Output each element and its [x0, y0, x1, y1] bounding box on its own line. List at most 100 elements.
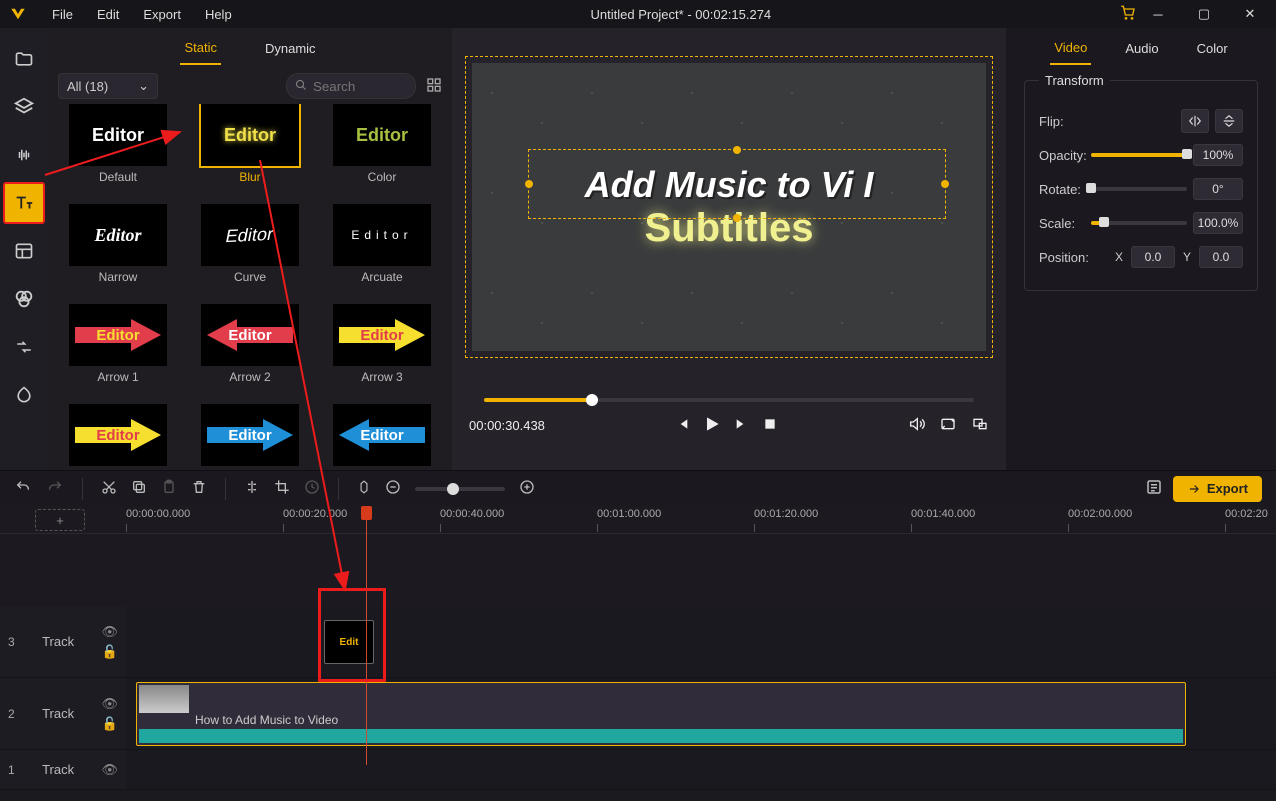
- asset-curve[interactable]: EditorCurve: [190, 204, 310, 304]
- transform-section-label: Transform: [1039, 73, 1110, 88]
- render-settings-icon[interactable]: [1145, 478, 1163, 499]
- copy-icon[interactable]: [131, 479, 147, 498]
- fullscreen-icon[interactable]: [971, 416, 989, 435]
- lock-icon[interactable]: 🔓: [101, 716, 118, 732]
- scale-slider[interactable]: [1091, 221, 1187, 225]
- menu-file[interactable]: File: [42, 4, 83, 25]
- layers-panel-icon[interactable]: [3, 86, 45, 128]
- search-input[interactable]: [286, 73, 416, 99]
- asset-arrow-2[interactable]: EditorArrow 2: [190, 304, 310, 404]
- asset-arrow-6[interactable]: Editor: [322, 404, 442, 470]
- filter-dropdown[interactable]: All (18) ⌄: [58, 73, 158, 99]
- tab-video[interactable]: Video: [1050, 32, 1091, 65]
- visibility-icon[interactable]: 👁: [101, 762, 118, 778]
- menu-export[interactable]: Export: [133, 4, 191, 25]
- chevron-down-icon: ⌄: [138, 78, 149, 94]
- asset-default[interactable]: EditorDefault: [58, 104, 178, 204]
- stop-icon[interactable]: [762, 416, 778, 435]
- zoom-out-icon[interactable]: [385, 479, 401, 498]
- track-1[interactable]: 1 Track 👁: [0, 750, 1276, 790]
- cart-icon[interactable]: [1120, 5, 1136, 24]
- audio-panel-icon[interactable]: [3, 134, 45, 176]
- position-x[interactable]: 0.0: [1131, 246, 1175, 268]
- minimize-icon[interactable]: ─: [1136, 0, 1180, 28]
- asset-narrow[interactable]: EditorNarrow: [58, 204, 178, 304]
- playback-time: 00:00:30.438: [469, 418, 545, 433]
- templates-panel-icon[interactable]: [3, 230, 45, 272]
- zoom-in-icon[interactable]: [519, 479, 535, 498]
- add-track-button[interactable]: +: [35, 509, 85, 531]
- asset-arrow-3[interactable]: EditorArrow 3: [322, 304, 442, 404]
- elements-panel-icon[interactable]: [3, 374, 45, 416]
- filter-label: All (18): [67, 79, 108, 94]
- cut-icon[interactable]: [101, 479, 117, 498]
- menu-edit[interactable]: Edit: [87, 4, 129, 25]
- transitions-panel-icon[interactable]: [3, 326, 45, 368]
- scale-label: Scale:: [1039, 216, 1075, 231]
- search-icon: [295, 79, 307, 94]
- rotate-label: Rotate:: [1039, 182, 1081, 197]
- tab-dynamic[interactable]: Dynamic: [261, 33, 320, 64]
- export-button[interactable]: Export: [1173, 476, 1262, 502]
- track-3[interactable]: 3 Track 👁🔓 Edit: [0, 606, 1276, 678]
- preset-thumb: Editor: [201, 304, 299, 366]
- timeline-ruler[interactable]: 00:00:00.000 00:00:20.000 00:00:40.000 0…: [126, 506, 1276, 533]
- tab-color[interactable]: Color: [1193, 33, 1232, 64]
- search-field[interactable]: [313, 79, 393, 94]
- text-panel-icon[interactable]: [3, 182, 45, 224]
- maximize-icon[interactable]: ▢: [1182, 0, 1226, 28]
- zoom-slider[interactable]: [415, 487, 505, 491]
- prev-frame-icon[interactable]: [674, 416, 690, 435]
- scale-value[interactable]: 100.0%: [1193, 212, 1243, 234]
- clip-thumbnail: [139, 685, 189, 713]
- opacity-value[interactable]: 100%: [1193, 144, 1243, 166]
- menu-help[interactable]: Help: [195, 4, 242, 25]
- text-selection-box[interactable]: [528, 149, 946, 219]
- play-icon[interactable]: [702, 414, 722, 437]
- rotate-slider[interactable]: [1091, 187, 1187, 191]
- crop-icon[interactable]: [274, 479, 290, 498]
- asset-blur[interactable]: EditorBlur: [190, 104, 310, 204]
- asset-arrow-4[interactable]: Editor: [58, 404, 178, 470]
- playhead[interactable]: [366, 506, 367, 765]
- tab-static[interactable]: Static: [180, 32, 221, 65]
- preset-thumb: Editor: [201, 404, 299, 466]
- visibility-icon[interactable]: 👁: [101, 624, 118, 640]
- playback-progress[interactable]: [484, 398, 974, 402]
- media-panel-icon[interactable]: [3, 38, 45, 80]
- asset-arcuate[interactable]: EditorArcuate: [322, 204, 442, 304]
- opacity-slider[interactable]: [1091, 153, 1187, 157]
- lock-icon[interactable]: 🔓: [101, 644, 118, 660]
- asset-color[interactable]: EditorColor: [322, 104, 442, 204]
- track-2[interactable]: 2 Track 👁🔓 How to Add Music to Video: [0, 678, 1276, 750]
- asset-arrow-1[interactable]: EditorArrow 1: [58, 304, 178, 404]
- position-y[interactable]: 0.0: [1199, 246, 1243, 268]
- window-title: Untitled Project* - 00:02:15.274: [242, 7, 1120, 22]
- preview-stage[interactable]: Add Music to Vi I Subtitles: [465, 56, 993, 358]
- opacity-label: Opacity:: [1039, 148, 1087, 163]
- next-frame-icon[interactable]: [734, 416, 750, 435]
- split-icon[interactable]: [244, 479, 260, 498]
- volume-icon[interactable]: [907, 416, 925, 435]
- marker-icon[interactable]: [357, 479, 371, 498]
- close-icon[interactable]: ✕: [1228, 0, 1272, 28]
- redo-icon: [46, 479, 64, 498]
- undo-icon[interactable]: [14, 479, 32, 498]
- visibility-icon[interactable]: 👁: [101, 696, 118, 712]
- video-clip[interactable]: How to Add Music to Video: [136, 682, 1186, 746]
- track-label: Track: [15, 634, 102, 649]
- grid-view-icon[interactable]: [426, 77, 442, 96]
- snapshot-icon[interactable]: [939, 416, 957, 435]
- tab-audio[interactable]: Audio: [1121, 33, 1162, 64]
- position-label: Position:: [1039, 250, 1089, 265]
- asset-arrow-5[interactable]: Editor: [190, 404, 310, 470]
- delete-icon[interactable]: [191, 479, 207, 498]
- preset-thumb: Editor: [94, 225, 141, 246]
- filters-panel-icon[interactable]: [3, 278, 45, 320]
- preset-thumb: Editor: [333, 404, 431, 466]
- clip-title: How to Add Music to Video: [195, 713, 338, 727]
- flip-horizontal-button[interactable]: [1181, 109, 1209, 133]
- rotate-value[interactable]: 0°: [1193, 178, 1243, 200]
- flip-vertical-button[interactable]: [1215, 109, 1243, 133]
- flip-label: Flip:: [1039, 114, 1064, 129]
